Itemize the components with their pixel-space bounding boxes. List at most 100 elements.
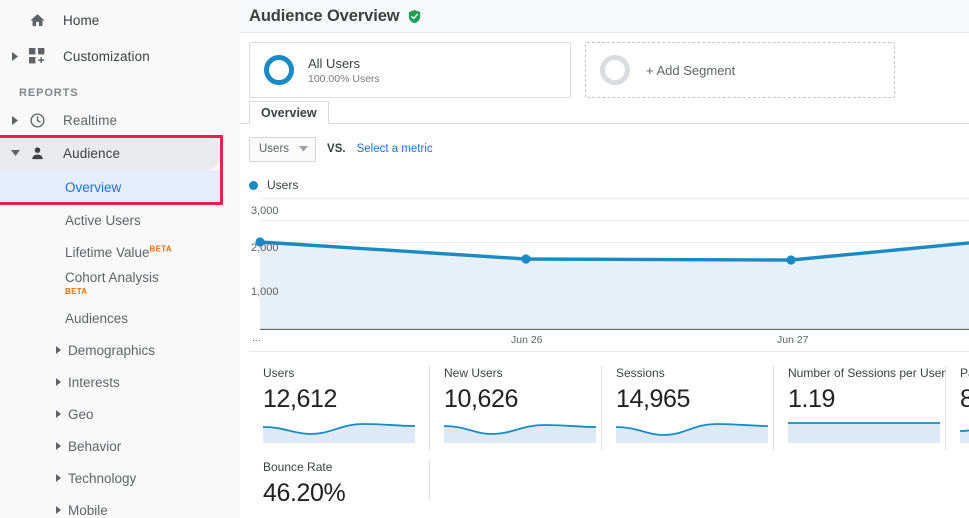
main-chart[interactable]: 3,000 2,000 1,000 bbox=[249, 198, 969, 330]
add-segment-button[interactable]: + Add Segment bbox=[585, 42, 895, 98]
chevron-right-icon bbox=[7, 115, 23, 125]
main-content: Audience Overview All Users 100.00% User… bbox=[240, 0, 969, 518]
sidebar-item-geo[interactable]: Geo bbox=[0, 398, 240, 430]
metric-select-value: Users bbox=[259, 143, 290, 155]
segment-ring-icon bbox=[600, 55, 630, 85]
page-title: Audience Overview bbox=[249, 6, 400, 25]
metric-card-sessions[interactable]: Sessions 14,965 bbox=[602, 366, 774, 450]
y-axis-tick-1000: 1,000 bbox=[251, 286, 279, 298]
metric-controls: Users VS. Select a metric bbox=[249, 136, 969, 162]
sidebar-item-interests[interactable]: Interests bbox=[0, 366, 240, 398]
sidebar-item-audience[interactable]: Audience bbox=[0, 136, 240, 170]
sidebar-item-label: Technology bbox=[68, 470, 137, 486]
sidebar-item-label: Realtime bbox=[63, 112, 118, 128]
sidebar-item-label: Geo bbox=[68, 406, 94, 422]
metric-card-value: 1.19 bbox=[788, 385, 836, 413]
sidebar-item-cohort-analysis[interactable]: Cohort Analysis BETA bbox=[0, 268, 240, 302]
sidebar-item-label: Customization bbox=[63, 48, 150, 64]
chevron-right-icon bbox=[56, 442, 62, 450]
chevron-down-icon bbox=[299, 146, 309, 152]
sidebar-item-demographics[interactable]: Demographics bbox=[0, 334, 240, 366]
sparkline bbox=[960, 417, 969, 443]
sidebar-item-label: Audiences bbox=[65, 310, 129, 326]
segment-bar: All Users 100.00% Users + Add Segment bbox=[240, 33, 969, 99]
segment-text: All Users 100.00% Users bbox=[308, 56, 380, 85]
chart-panel: Users VS. Select a metric Users 3,000 2,… bbox=[240, 124, 969, 507]
metric-cards-row: Users 12,612 New Users 10,626 Sessions 1… bbox=[249, 366, 969, 450]
metric-card-title: Sessions bbox=[616, 366, 665, 380]
vs-label: VS. bbox=[327, 143, 346, 155]
x-axis-tick-1: Jun 26 bbox=[511, 334, 543, 346]
home-icon bbox=[25, 12, 49, 29]
metric-card-value: 81 bbox=[960, 385, 969, 413]
chevron-right-icon bbox=[56, 410, 62, 418]
sidebar-item-realtime[interactable]: Realtime bbox=[0, 104, 240, 136]
sidebar-item-label: Audience bbox=[63, 145, 121, 161]
sidebar-item-label: Lifetime ValueBETA bbox=[65, 244, 172, 260]
customization-icon bbox=[25, 48, 49, 64]
sparkline bbox=[444, 417, 596, 443]
x-axis-tick-0: ... bbox=[252, 332, 261, 344]
y-axis-tick-2000: 2,000 bbox=[251, 242, 279, 254]
y-axis-tick-3000: 3,000 bbox=[251, 205, 279, 217]
sidebar-item-label: Behavior bbox=[68, 438, 122, 454]
select-a-metric-link[interactable]: Select a metric bbox=[357, 143, 433, 155]
metric-card-title: Number of Sessions per User bbox=[788, 366, 946, 380]
sidebar-item-label: Active Users bbox=[65, 212, 141, 228]
chevron-right-icon bbox=[56, 346, 62, 354]
sparkline bbox=[263, 417, 415, 443]
metric-card-value: 12,612 bbox=[263, 385, 338, 413]
sidebar-item-overview[interactable]: Overview bbox=[0, 170, 240, 204]
sidebar-item-mobile[interactable]: Mobile bbox=[0, 494, 240, 518]
metric-card-users[interactable]: Users 12,612 bbox=[258, 366, 430, 450]
tab-overview[interactable]: Overview bbox=[249, 101, 329, 124]
metric-card-title: New Users bbox=[444, 366, 503, 380]
metric-card-value: 14,965 bbox=[616, 385, 691, 413]
chevron-right-icon bbox=[7, 51, 23, 61]
x-axis-tick-2: Jun 27 bbox=[777, 334, 809, 346]
tab-strip: Overview bbox=[240, 101, 969, 124]
metric-select-users[interactable]: Users bbox=[249, 136, 317, 162]
analytics-app: Home Customization REPORTS Realtime Audi… bbox=[0, 0, 969, 518]
metric-card-new-users[interactable]: New Users 10,626 bbox=[430, 366, 602, 450]
metric-card-placeholder bbox=[430, 460, 602, 500]
metric-card-value: 46.20% bbox=[263, 479, 346, 507]
metric-cards-row-2: Bounce Rate 46.20% bbox=[249, 460, 969, 507]
metric-card-title: Bounce Rate bbox=[263, 460, 333, 474]
chart-svg bbox=[255, 198, 969, 330]
segment-name: All Users bbox=[308, 55, 361, 71]
sidebar-item-technology[interactable]: Technology bbox=[0, 462, 240, 494]
sparkline bbox=[788, 417, 940, 443]
page-header: Audience Overview bbox=[240, 0, 969, 33]
chevron-right-icon bbox=[56, 378, 62, 386]
sidebar-item-home[interactable]: Home bbox=[0, 2, 240, 38]
x-axis: ... Jun 26 Jun 27 bbox=[249, 330, 969, 352]
tab-rule bbox=[240, 123, 969, 124]
metric-card-value: 10,626 bbox=[444, 385, 519, 413]
sidebar-item-label: Interests bbox=[68, 374, 120, 390]
shield-check-icon bbox=[407, 9, 422, 24]
legend-label: Users bbox=[267, 178, 299, 192]
add-segment-label: + Add Segment bbox=[646, 62, 736, 78]
metric-card-pageviews[interactable]: Pageviews 81 bbox=[946, 366, 969, 450]
left-sidebar: Home Customization REPORTS Realtime Audi… bbox=[0, 0, 240, 518]
legend-dot-icon bbox=[249, 180, 258, 190]
metric-card-sessions-per-user[interactable]: Number of Sessions per User 1.19 bbox=[774, 366, 946, 450]
chart-legend: Users bbox=[249, 178, 969, 192]
beta-badge: BETA bbox=[65, 287, 88, 296]
metric-card-bounce-rate[interactable]: Bounce Rate 46.20% bbox=[258, 460, 430, 507]
sidebar-item-label: Overview bbox=[65, 179, 122, 195]
clock-icon bbox=[25, 112, 49, 129]
metric-card-title: Users bbox=[263, 366, 295, 380]
segment-ring-icon bbox=[264, 55, 294, 85]
segment-all-users[interactable]: All Users 100.00% Users bbox=[249, 42, 571, 98]
sidebar-item-lifetime-value[interactable]: Lifetime ValueBETA bbox=[0, 236, 240, 268]
sidebar-item-customization[interactable]: Customization bbox=[0, 38, 240, 74]
chevron-right-icon bbox=[56, 506, 62, 514]
sidebar-item-label: Demographics bbox=[68, 342, 156, 358]
chevron-down-icon bbox=[7, 149, 23, 157]
sidebar-item-active-users[interactable]: Active Users bbox=[0, 204, 240, 236]
sparkline bbox=[616, 417, 768, 443]
sidebar-item-audiences[interactable]: Audiences bbox=[0, 302, 240, 334]
sidebar-item-behavior[interactable]: Behavior bbox=[0, 430, 240, 462]
